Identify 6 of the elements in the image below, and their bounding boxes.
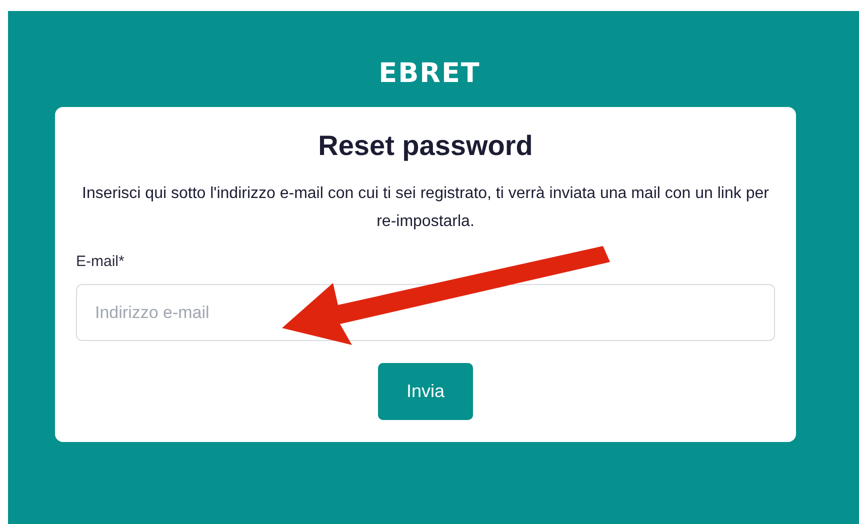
logo: EBRET [378,59,480,89]
description-text: Inserisci qui sotto l'indirizzo e-mail con cui ti sei registrato, ti verrà inviata una mail con un link per re-impostarla. [81,184,770,232]
submit-button[interactable]: Invia [378,363,473,420]
email-label: E-mail* [76,252,126,272]
email-input[interactable]: Indirizzo e-mail [76,284,775,341]
card-title: Reset password [318,129,533,163]
